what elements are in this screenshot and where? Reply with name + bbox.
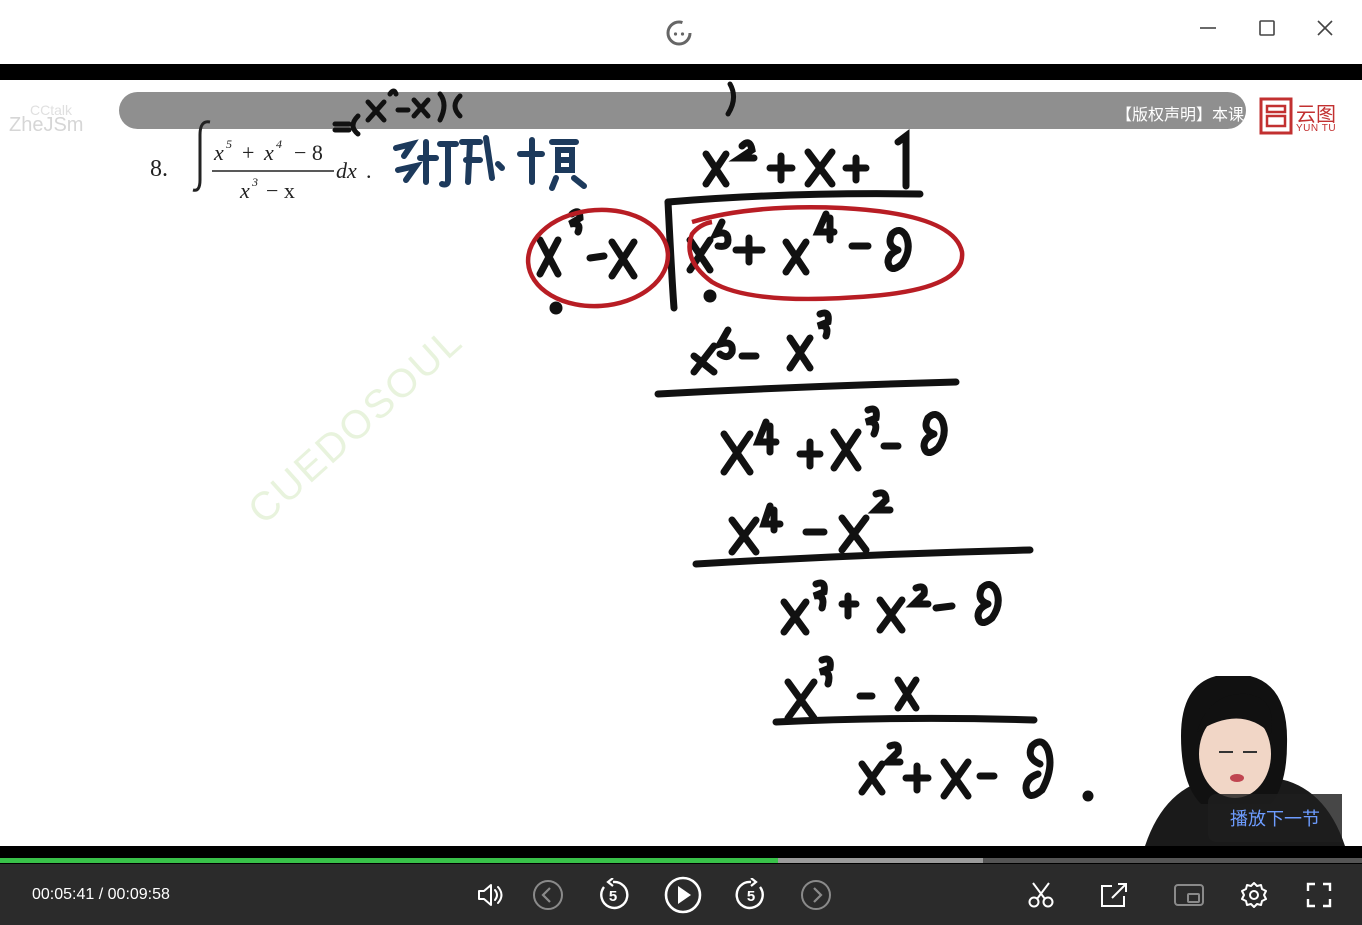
printed-integral: x5 + x4 − 8 x3 − x dx. bbox=[192, 120, 372, 203]
rewind-seconds: 5 bbox=[609, 888, 617, 905]
volume-button[interactable] bbox=[472, 878, 506, 912]
progress-played bbox=[0, 858, 778, 863]
video-frame[interactable]: CCtalk ZheJSm CUEDOSOUL 【版权声明】本课 云图 YUN … bbox=[0, 80, 1362, 846]
chevron-right-circle-icon bbox=[801, 880, 831, 910]
rewind-icon: 5 bbox=[600, 878, 629, 910]
play-button[interactable] bbox=[663, 875, 703, 915]
maximize-icon bbox=[1259, 20, 1275, 36]
svg-text:4: 4 bbox=[276, 137, 282, 151]
video-top-border bbox=[0, 64, 1362, 80]
svg-text:x: x bbox=[239, 178, 250, 203]
gear-icon bbox=[1241, 882, 1267, 908]
share-button[interactable] bbox=[1097, 878, 1131, 912]
svg-text:.: . bbox=[366, 158, 372, 183]
previous-button[interactable] bbox=[531, 878, 565, 912]
play-icon bbox=[664, 876, 702, 914]
current-time: 00:05:41 bbox=[32, 886, 95, 903]
close-icon bbox=[1317, 20, 1333, 36]
forward-5-button[interactable]: 5 bbox=[734, 878, 768, 912]
play-next-lesson-button[interactable]: 播放下一节 bbox=[1208, 794, 1342, 842]
fast-forward-icon: 5 bbox=[735, 878, 764, 910]
svg-text:− x: − x bbox=[266, 178, 295, 203]
next-button[interactable] bbox=[799, 878, 833, 912]
progress-bar[interactable] bbox=[0, 856, 1362, 864]
close-button[interactable] bbox=[1310, 14, 1340, 42]
scissors-icon bbox=[1028, 882, 1054, 908]
clip-button[interactable] bbox=[1024, 878, 1058, 912]
rewind-5-button[interactable]: 5 bbox=[596, 878, 630, 912]
svg-text:3: 3 bbox=[251, 175, 258, 189]
svg-text:dx: dx bbox=[336, 158, 357, 183]
share-icon bbox=[1101, 883, 1127, 907]
picture-in-picture-icon bbox=[1174, 884, 1204, 906]
fullscreen-button[interactable] bbox=[1302, 878, 1336, 912]
total-time: 00:09:58 bbox=[107, 886, 170, 903]
video-bottom-border bbox=[0, 846, 1362, 856]
window-titlebar bbox=[0, 0, 1362, 65]
fullscreen-icon bbox=[1306, 882, 1332, 908]
minimize-button[interactable] bbox=[1193, 14, 1223, 42]
svg-text:− 8: − 8 bbox=[294, 140, 323, 165]
chevron-left-circle-icon bbox=[533, 880, 563, 910]
forward-seconds: 5 bbox=[747, 888, 755, 905]
picture-in-picture-button[interactable] bbox=[1172, 878, 1206, 912]
svg-text:+: + bbox=[242, 140, 254, 165]
svg-text:x: x bbox=[213, 140, 224, 165]
svg-text:5: 5 bbox=[226, 137, 232, 151]
settings-button[interactable] bbox=[1237, 878, 1271, 912]
time-separator: / bbox=[98, 886, 104, 903]
minimize-icon bbox=[1200, 27, 1216, 29]
player-controls: 00:05:41 / 00:09:58 5 5 bbox=[0, 864, 1362, 925]
maximize-button[interactable] bbox=[1252, 14, 1282, 42]
time-display: 00:05:41 / 00:09:58 bbox=[32, 886, 170, 904]
volume-icon bbox=[478, 884, 503, 906]
svg-text:x: x bbox=[263, 140, 274, 165]
app-logo-icon bbox=[666, 20, 692, 46]
